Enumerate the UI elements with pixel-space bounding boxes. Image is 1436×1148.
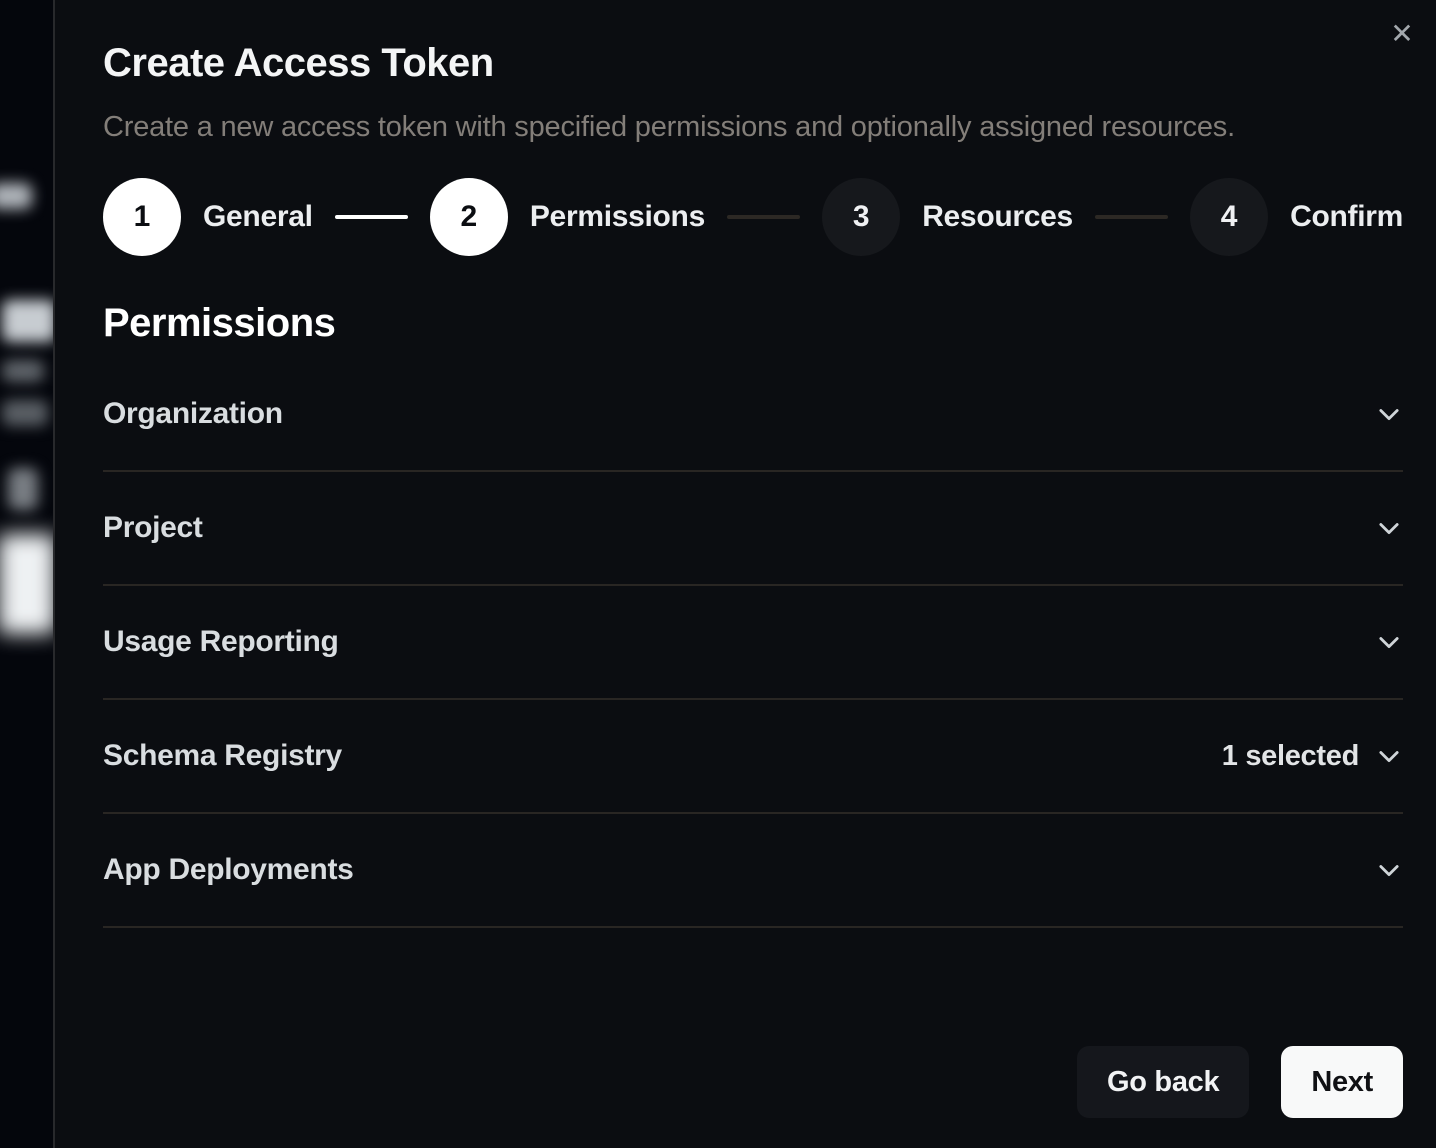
selection-count: 1 selected	[1222, 740, 1359, 773]
chevron-down-icon	[1375, 742, 1403, 770]
blurred-background-text	[0, 183, 32, 209]
step-permissions[interactable]: 2 Permissions	[430, 178, 705, 256]
accordion-label: Schema Registry	[103, 739, 342, 773]
step-general[interactable]: 1 General	[103, 178, 313, 256]
step-connector	[727, 215, 800, 219]
blurred-background-text	[2, 360, 44, 382]
step-number-badge: 2	[430, 178, 508, 256]
accordion-label: Usage Reporting	[103, 625, 339, 659]
accordion-label: Project	[103, 511, 203, 545]
step-number-badge: 3	[822, 178, 900, 256]
go-back-button[interactable]: Go back	[1077, 1046, 1249, 1118]
chevron-down-icon	[1375, 400, 1403, 428]
step-wizard: 1 General 2 Permissions 3 Resources 4 Co…	[103, 178, 1403, 256]
step-number-badge: 4	[1190, 178, 1268, 256]
blurred-background-button	[0, 534, 53, 634]
dialog-title: Create Access Token	[103, 42, 1403, 84]
accordion-label: Organization	[103, 397, 283, 431]
create-access-token-dialog: ✕ Create Access Token Create a new acces…	[53, 0, 1436, 1148]
accordion-row-organization[interactable]: Organization	[103, 358, 1403, 472]
dialog-subtitle: Create a new access token with specified…	[103, 110, 1403, 144]
dialog-footer: Go back Next	[1077, 1046, 1403, 1118]
permissions-heading: Permissions	[103, 302, 1403, 344]
accordion-row-app-deployments[interactable]: App Deployments	[103, 814, 1403, 928]
step-number-badge: 1	[103, 178, 181, 256]
chevron-down-icon	[1375, 514, 1403, 542]
step-resources[interactable]: 3 Resources	[822, 178, 1073, 256]
step-label: Resources	[922, 200, 1073, 234]
step-connector	[335, 215, 408, 219]
close-icon[interactable]: ✕	[1380, 12, 1424, 56]
step-confirm[interactable]: 4 Confirm	[1190, 178, 1403, 256]
accordion-row-usage-reporting[interactable]: Usage Reporting	[103, 586, 1403, 700]
chevron-down-icon	[1375, 856, 1403, 884]
blurred-background-icon	[8, 468, 38, 510]
blurred-background-text	[2, 400, 48, 426]
next-button[interactable]: Next	[1281, 1046, 1403, 1118]
chevron-down-icon	[1375, 628, 1403, 656]
step-label: Confirm	[1290, 200, 1403, 234]
page-backdrop	[0, 0, 53, 1148]
accordion-label: App Deployments	[103, 853, 354, 887]
accordion-row-schema-registry[interactable]: Schema Registry 1 selected	[103, 700, 1403, 814]
step-label: General	[203, 200, 313, 234]
permissions-accordion: Organization Project Usage Reporting Sch…	[103, 358, 1403, 928]
step-label: Permissions	[530, 200, 705, 234]
blurred-background-text	[2, 300, 53, 342]
step-connector	[1095, 215, 1168, 219]
accordion-row-project[interactable]: Project	[103, 472, 1403, 586]
